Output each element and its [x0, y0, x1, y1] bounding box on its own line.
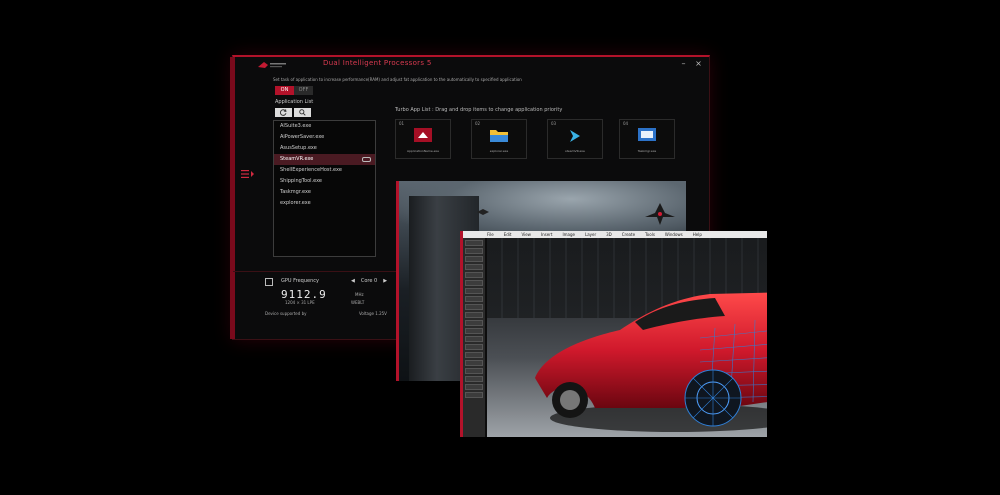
app-list-toolbar: [275, 108, 311, 117]
tool-button[interactable]: [465, 256, 483, 262]
3d-viewport[interactable]: [487, 238, 767, 437]
tool-button[interactable]: [465, 264, 483, 270]
tool-button[interactable]: [465, 328, 483, 334]
tool-button[interactable]: [465, 304, 483, 310]
feature-description: Set task of application to increase perf…: [273, 77, 522, 82]
tool-button[interactable]: [465, 376, 483, 382]
tool-button[interactable]: [465, 288, 483, 294]
menu-image[interactable]: Image: [562, 231, 575, 238]
tool-button[interactable]: [465, 336, 483, 342]
voltage-label: Voltage 1.25V: [359, 311, 387, 316]
list-item-label: SteamVR.exe: [280, 156, 314, 162]
gpu-frequency-unit: MHz: [355, 292, 364, 297]
turbo-slot-3[interactable]: 03 steamVR.exe: [547, 119, 603, 159]
menu-tools[interactable]: Tools: [645, 231, 655, 238]
slot-app-name: explorer.exe: [489, 149, 509, 153]
slot-number: 03: [551, 121, 557, 126]
gpu-extra: WEBLT: [351, 300, 365, 305]
add-to-turbo-icon[interactable]: [362, 157, 371, 162]
title-bar[interactable]: Dual Intelligent Processors 5 – ×: [233, 57, 709, 73]
menu-insert[interactable]: Insert: [541, 231, 552, 238]
window-title: Dual Intelligent Processors 5: [323, 59, 432, 67]
tool-button[interactable]: [465, 360, 483, 366]
search-icon: [299, 109, 306, 116]
tool-button[interactable]: [465, 368, 483, 374]
list-item[interactable]: ShellExperienceHost.exe: [274, 165, 375, 176]
toggle-on[interactable]: ON: [275, 86, 294, 95]
slot-app-name: ApplicationName.exe: [407, 149, 439, 153]
tool-button[interactable]: [465, 296, 483, 302]
distant-ship-icon: [477, 209, 489, 215]
list-item-selected[interactable]: SteamVR.exe: [274, 154, 375, 165]
taskmgr-icon: [638, 128, 656, 141]
menu-create[interactable]: Create: [622, 231, 635, 238]
slot-app-name: Taskmgr.exe: [637, 149, 657, 153]
chevron-right-icon[interactable]: ▶: [383, 278, 387, 284]
gpu-frequency-label: GPU Frequency: [281, 278, 319, 284]
menu-windows[interactable]: Windows: [665, 231, 683, 238]
list-item[interactable]: Taskmgr.exe: [274, 187, 375, 198]
list-item[interactable]: AiPowerSaver.exe: [274, 132, 375, 143]
rog-logo-icon: [258, 62, 286, 68]
menu-view[interactable]: View: [521, 231, 531, 238]
tool-button[interactable]: [465, 272, 483, 278]
gpu-multiplier: 1204 × 31 LPE: [285, 300, 315, 305]
turbo-slot-2[interactable]: 02 explorer.exe: [471, 119, 527, 159]
folder-icon: [490, 130, 508, 142]
refresh-icon: [280, 109, 287, 116]
menu-layer[interactable]: Layer: [585, 231, 596, 238]
app-icon: [414, 128, 432, 142]
refresh-button[interactable]: [275, 108, 292, 117]
enable-toggle[interactable]: ON OFF: [275, 86, 313, 95]
minimize-icon[interactable]: –: [679, 59, 688, 68]
sidebar-menu-icon[interactable]: [241, 169, 255, 179]
turbo-list-hint: Turbo App List : Drag and drop items to …: [395, 107, 563, 113]
tool-button[interactable]: [465, 312, 483, 318]
tool-button[interactable]: [465, 320, 483, 326]
tool-button[interactable]: [465, 248, 483, 254]
3d-editor-window: File Edit View Insert Image Layer 3D Cre…: [460, 231, 767, 437]
slot-number: 02: [475, 121, 481, 126]
editor-menu-bar: File Edit View Insert Image Layer 3D Cre…: [463, 231, 767, 238]
menu-help[interactable]: Help: [693, 231, 702, 238]
window-edge-accent: [230, 57, 235, 339]
steamvr-icon: [570, 130, 580, 142]
list-item[interactable]: AsusSetup.exe: [274, 143, 375, 154]
menu-edit[interactable]: Edit: [504, 231, 512, 238]
tool-button[interactable]: [465, 280, 483, 286]
gpu-chip-icon: [265, 278, 273, 286]
device-support-label: Device supported by: [265, 311, 307, 316]
menu-3d[interactable]: 3D: [606, 231, 612, 238]
close-icon[interactable]: ×: [694, 59, 703, 68]
toggle-off[interactable]: OFF: [294, 86, 313, 95]
chevron-left-icon[interactable]: ◀: [351, 278, 355, 284]
slot-number: 01: [399, 121, 405, 126]
gpu-frequency-panel: GPU Frequency ◀ Core 0 ▶ 9112.9 MHz 1204…: [259, 275, 409, 335]
turbo-slot-4[interactable]: 04 Taskmgr.exe: [619, 119, 675, 159]
tool-button[interactable]: [465, 392, 483, 398]
menu-file[interactable]: File: [487, 231, 494, 238]
sports-car-model: [535, 292, 767, 432]
tool-button[interactable]: [465, 384, 483, 390]
list-item[interactable]: explorer.exe: [274, 198, 375, 209]
slot-number: 04: [623, 121, 629, 126]
search-button[interactable]: [294, 108, 311, 117]
tool-button[interactable]: [465, 352, 483, 358]
list-item[interactable]: ShippingTool.exe: [274, 176, 375, 187]
app-list-label: Application List: [275, 99, 314, 105]
tool-button[interactable]: [465, 240, 483, 246]
application-list[interactable]: AISuite3.exe AiPowerSaver.exe AsusSetup.…: [273, 120, 376, 257]
turbo-slot-1[interactable]: 01 ApplicationName.exe: [395, 119, 451, 159]
editor-toolbox: [463, 238, 485, 437]
window-controls: – ×: [679, 59, 703, 68]
tool-button[interactable]: [465, 344, 483, 350]
slot-app-name: steamVR.exe: [565, 149, 585, 153]
fighter-ship-icon: [645, 203, 675, 225]
list-item[interactable]: AISuite3.exe: [274, 121, 375, 132]
core-selector-value: Core 0: [360, 278, 378, 284]
core-selector[interactable]: ◀ Core 0 ▶: [351, 278, 387, 284]
